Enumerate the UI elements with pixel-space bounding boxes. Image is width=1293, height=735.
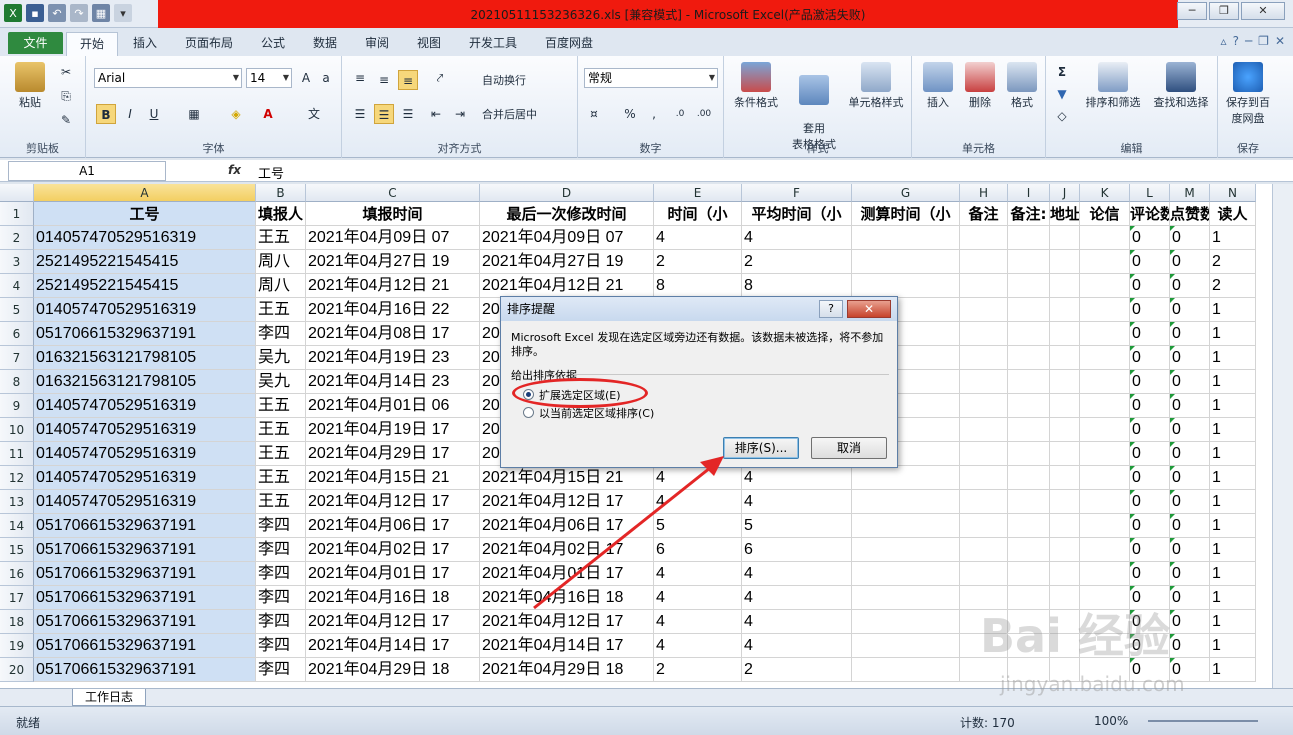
watermark-url: jingyan.baidu.com xyxy=(1000,672,1185,696)
watermark-logo: Bai 经验 xyxy=(980,609,1170,663)
arrow-shaft xyxy=(533,458,721,610)
